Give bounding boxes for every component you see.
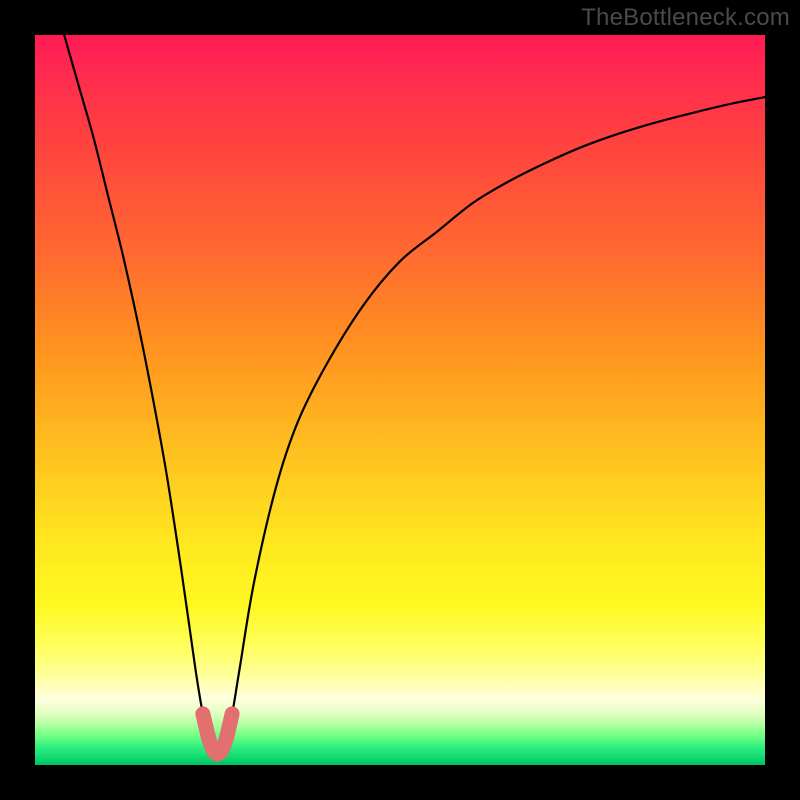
chart-outer-frame: TheBottleneck.com: [0, 0, 800, 800]
chart-plot-area: [35, 35, 765, 765]
bottleneck-curve: [64, 35, 765, 754]
curve-layer: [35, 35, 765, 765]
watermark-text: TheBottleneck.com: [581, 4, 790, 32]
optimal-zone-marker: [203, 714, 232, 754]
